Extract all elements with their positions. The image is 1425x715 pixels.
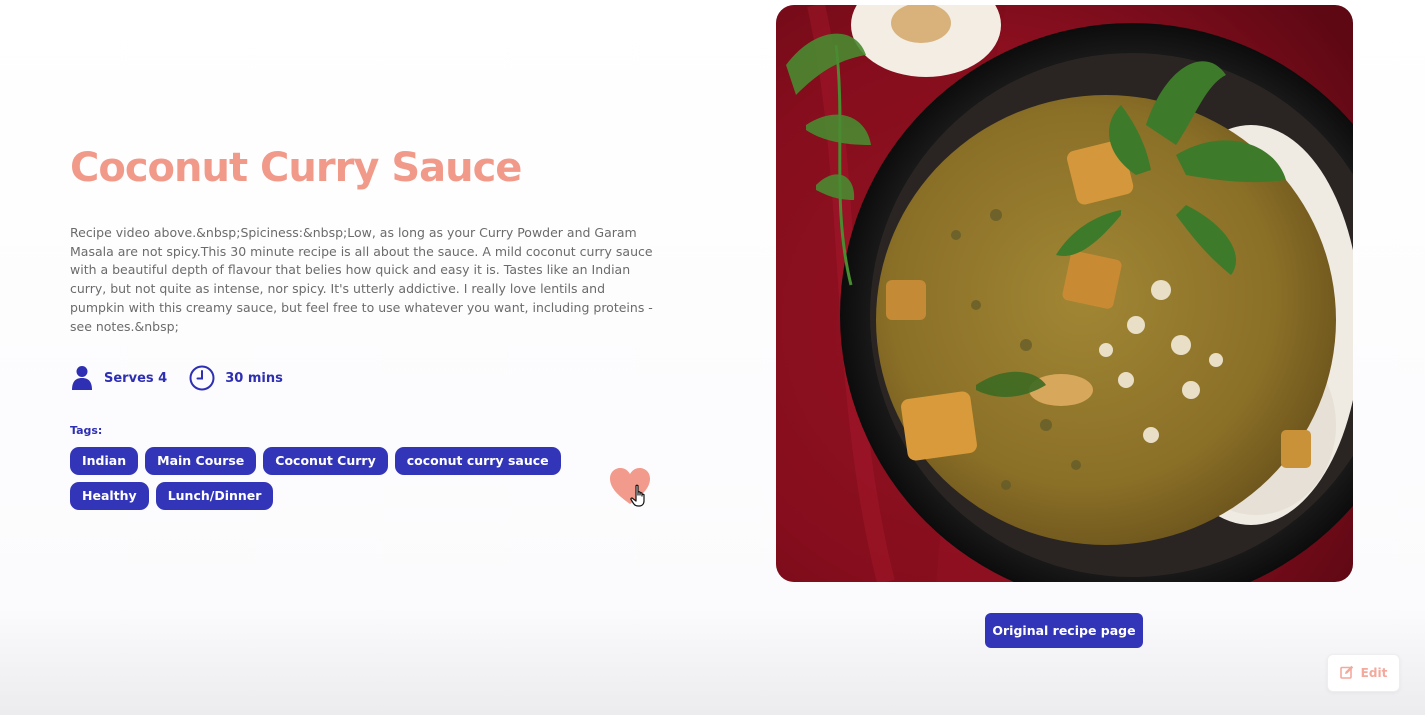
tags-label: Tags: bbox=[70, 424, 103, 437]
serves-info: Serves 4 bbox=[70, 365, 167, 391]
tag-healthy[interactable]: Healthy bbox=[70, 482, 149, 510]
time-text: 30 mins bbox=[225, 370, 283, 386]
edit-button[interactable]: Edit bbox=[1327, 654, 1400, 692]
clock-icon bbox=[189, 365, 215, 391]
tag-coconut-curry-sauce[interactable]: coconut curry sauce bbox=[394, 447, 561, 475]
pointer-cursor bbox=[630, 484, 650, 508]
tag-lunch-dinner[interactable]: Lunch/Dinner bbox=[155, 482, 274, 510]
tag-coconut-curry[interactable]: Coconut Curry bbox=[263, 447, 388, 475]
serves-text: Serves 4 bbox=[104, 370, 168, 386]
edit-label: Edit bbox=[1360, 666, 1388, 680]
recipe-info: Coconut Curry Sauce Recipe video above.&… bbox=[70, 140, 660, 336]
tag-list: Indian Main Course Coconut Curry coconut… bbox=[70, 447, 590, 510]
edit-icon bbox=[1339, 665, 1354, 682]
recipe-image bbox=[776, 5, 1353, 582]
recipe-meta: Serves 4 30 mins bbox=[70, 365, 283, 391]
original-recipe-button[interactable]: Original recipe page bbox=[985, 613, 1143, 648]
recipe-title: Coconut Curry Sauce bbox=[70, 145, 522, 191]
tag-indian[interactable]: Indian bbox=[70, 447, 139, 475]
tag-main-course[interactable]: Main Course bbox=[145, 447, 257, 475]
recipe-description: Recipe video above.&nbsp;Spiciness:&nbsp… bbox=[70, 225, 653, 334]
recipe-page: Coconut Curry Sauce Recipe video above.&… bbox=[0, 0, 1425, 715]
time-info: 30 mins bbox=[189, 365, 283, 391]
person-icon bbox=[70, 365, 94, 391]
